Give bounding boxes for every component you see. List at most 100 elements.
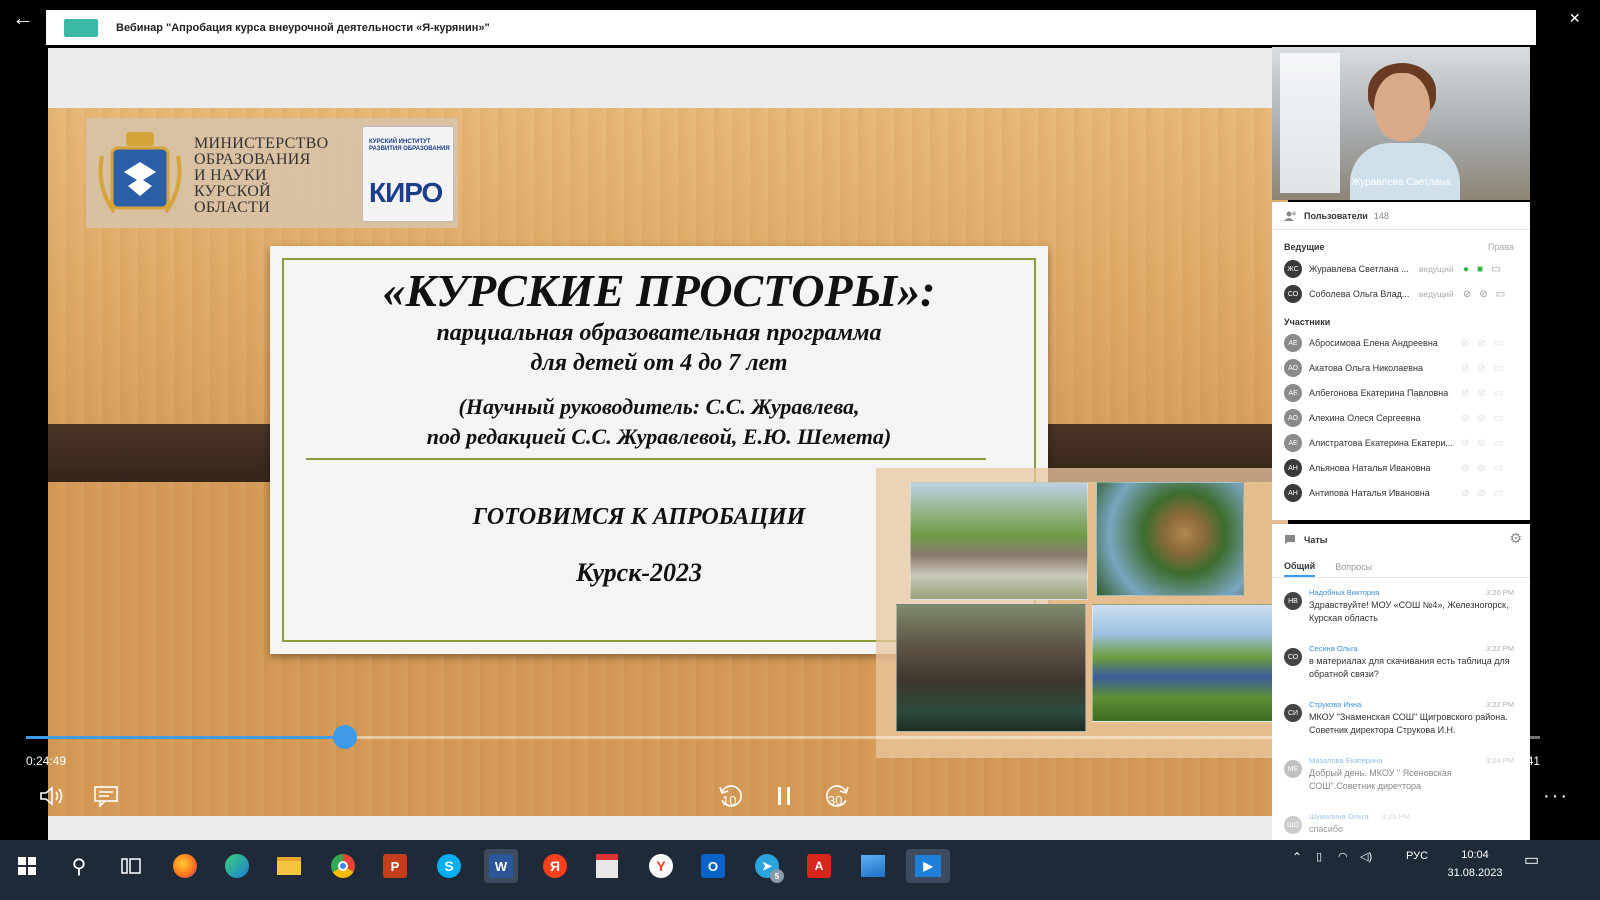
captions-button[interactable]: [86, 776, 126, 816]
microphone-off-icon[interactable]: ⊘: [1461, 463, 1469, 474]
host-row[interactable]: ЖС Журавлева Светлана ... ведущий ● ■ ▭: [1272, 257, 1530, 281]
camera-icon[interactable]: ■: [1477, 264, 1483, 275]
minimize-button[interactable]: —: [1448, 0, 1499, 36]
participant-row[interactable]: АН Антипова Наталья Ивановна ⊘ ⊘ ▭: [1272, 481, 1530, 505]
chat-message: НВ Надобных Виктория 3:20 PM Здравствуйт…: [1272, 582, 1530, 638]
message-author[interactable]: Шумилина Ольга: [1309, 812, 1369, 821]
camera-off-icon[interactable]: ⊘: [1477, 438, 1485, 449]
fullscreen-button[interactable]: [1482, 776, 1522, 816]
photo-collage: [876, 468, 1288, 758]
screen-share-icon[interactable]: ▭: [1494, 388, 1503, 399]
window-controls: — ❐ ✕: [1448, 0, 1600, 36]
chat-settings-gear-icon[interactable]: ⚙: [1509, 530, 1522, 547]
photos-icon[interactable]: [856, 849, 890, 883]
screen-share-icon[interactable]: ▭: [1494, 338, 1503, 349]
progress-handle[interactable]: [333, 725, 358, 749]
microphone-off-icon[interactable]: ⊘: [1461, 388, 1469, 399]
screen-share-icon[interactable]: ▭: [1494, 413, 1503, 424]
participant-row[interactable]: АО Акатова Ольга Николаевна ⊘ ⊘ ▭: [1272, 356, 1530, 380]
participant-row[interactable]: АЕ Алистратова Екатерина Екатери... ⊘ ⊘ ▭: [1272, 431, 1530, 455]
screen-share-icon[interactable]: ▭: [1494, 488, 1503, 499]
microphone-off-icon[interactable]: ⊘: [1463, 289, 1471, 300]
media-player-icon[interactable]: ▶: [906, 849, 950, 883]
tab-questions[interactable]: Вопросы: [1335, 562, 1372, 576]
volume-button[interactable]: [32, 776, 72, 816]
screen-share-icon[interactable]: ▭: [1494, 363, 1503, 374]
microphone-off-icon[interactable]: ⊘: [1461, 363, 1469, 374]
message-time: 3:24 PM: [1486, 756, 1514, 765]
message-text: спасибо: [1309, 824, 1344, 834]
user-role: ведущий: [1419, 289, 1454, 299]
powerpoint-icon[interactable]: P: [378, 849, 412, 883]
clock[interactable]: 10:04 31.08.2023: [1440, 846, 1510, 882]
microphone-off-icon[interactable]: ⊘: [1461, 488, 1469, 499]
participant-row[interactable]: АН Альянова Наталья Ивановна ⊘ ⊘ ▭: [1272, 456, 1530, 480]
search-icon[interactable]: ⚲: [62, 849, 96, 883]
cast-button[interactable]: [1428, 776, 1468, 816]
more-options-button[interactable]: ···: [1536, 776, 1576, 816]
ministry-logo-block: МИНИСТЕРСТВО ОБРАЗОВАНИЯ И НАУКИ КУРСКОЙ…: [86, 118, 458, 228]
speaker-video[interactable]: Журавлева Светлана: [1272, 47, 1530, 200]
message-author[interactable]: Надобных Виктория: [1309, 588, 1379, 597]
speaker-tray-icon[interactable]: ◁): [1360, 850, 1372, 863]
screen-share-icon[interactable]: ▭: [1494, 463, 1503, 474]
file-explorer-icon[interactable]: [272, 849, 306, 883]
microphone-off-icon[interactable]: ⊘: [1461, 438, 1469, 449]
acrobat-icon[interactable]: A: [802, 849, 836, 883]
wifi-icon[interactable]: ◠: [1338, 850, 1348, 863]
edge-icon[interactable]: [220, 849, 254, 883]
back-button[interactable]: ←: [0, 0, 46, 36]
camera-off-icon[interactable]: ⊘: [1477, 363, 1485, 374]
start-button[interactable]: [10, 849, 44, 883]
message-author[interactable]: Мазалова Екатерина: [1309, 756, 1382, 765]
rewind-label: 10: [722, 793, 737, 808]
camera-off-icon[interactable]: ⊘: [1477, 338, 1485, 349]
word-icon[interactable]: W: [484, 849, 518, 883]
yandex-browser-icon[interactable]: Я: [538, 849, 572, 883]
pdf-tool-icon[interactable]: [590, 849, 624, 883]
message-author[interactable]: Сесина Ольга: [1309, 644, 1358, 653]
camera-off-icon[interactable]: ⊘: [1477, 463, 1485, 474]
pause-button[interactable]: [764, 776, 804, 816]
captions-icon: [94, 786, 118, 807]
camera-off-icon[interactable]: ⊘: [1477, 488, 1485, 499]
message-author[interactable]: Струкова Инна: [1309, 700, 1361, 709]
camera-off-icon[interactable]: ⊘: [1477, 388, 1485, 399]
notifications-icon[interactable]: ▭: [1524, 850, 1539, 870]
expand-icon: [1493, 787, 1511, 805]
restore-button[interactable]: ❐: [1499, 0, 1550, 36]
language-indicator[interactable]: РУС: [1406, 850, 1428, 862]
screen-share-icon[interactable]: ▭: [1491, 264, 1500, 275]
participant-row[interactable]: АЕ Абросимова Елена Андреевна ⊘ ⊘ ▭: [1272, 331, 1530, 355]
outlook-icon[interactable]: O: [696, 849, 730, 883]
firefox-icon[interactable]: [168, 849, 202, 883]
camera-off-icon[interactable]: ⊘: [1477, 413, 1485, 424]
window-title: Вебинар "Апробация курса внеурочной деят…: [116, 21, 490, 34]
annotate-button[interactable]: [1374, 776, 1414, 816]
task-view-icon[interactable]: [114, 849, 148, 883]
camera-off-icon[interactable]: ⊘: [1479, 289, 1487, 300]
skype-icon[interactable]: S: [432, 849, 466, 883]
tray-chevron-icon[interactable]: ⌃: [1292, 850, 1302, 864]
chrome-icon[interactable]: [326, 849, 360, 883]
decor-band-left: [48, 424, 298, 482]
speaker-name: Журавлева Светлана: [1351, 177, 1451, 188]
screen-share-icon[interactable]: ▭: [1496, 289, 1505, 300]
telegram-icon[interactable]: ➤ 5: [750, 849, 784, 883]
forward-30-button[interactable]: 30: [818, 776, 858, 816]
battery-icon[interactable]: ▯: [1316, 850, 1322, 863]
yandex-icon[interactable]: Y: [644, 849, 678, 883]
rewind-10-button[interactable]: 10: [710, 776, 750, 816]
microphone-off-icon[interactable]: ⊘: [1461, 413, 1469, 424]
message-text: МКОУ "Знаменская СОШ" Щигровского района…: [1309, 712, 1508, 735]
host-row[interactable]: СО Соболева Ольга Влад... ведущий ⊘ ⊘ ▭: [1272, 282, 1530, 306]
close-button[interactable]: ✕: [1549, 0, 1600, 36]
speaker-face: [1374, 73, 1430, 141]
microphone-icon[interactable]: ●: [1463, 264, 1469, 275]
participant-row[interactable]: АО Алехина Олеся Сергеевна ⊘ ⊘ ▭: [1272, 406, 1530, 430]
tab-general[interactable]: Общий: [1284, 561, 1316, 577]
microphone-off-icon[interactable]: ⊘: [1461, 338, 1469, 349]
participant-permissions: ⊘ ⊘ ▭: [1461, 338, 1503, 349]
screen-share-icon[interactable]: ▭: [1494, 438, 1503, 449]
participant-row[interactable]: АЕ Албегонова Екатерина Павловна ⊘ ⊘ ▭: [1272, 381, 1530, 405]
